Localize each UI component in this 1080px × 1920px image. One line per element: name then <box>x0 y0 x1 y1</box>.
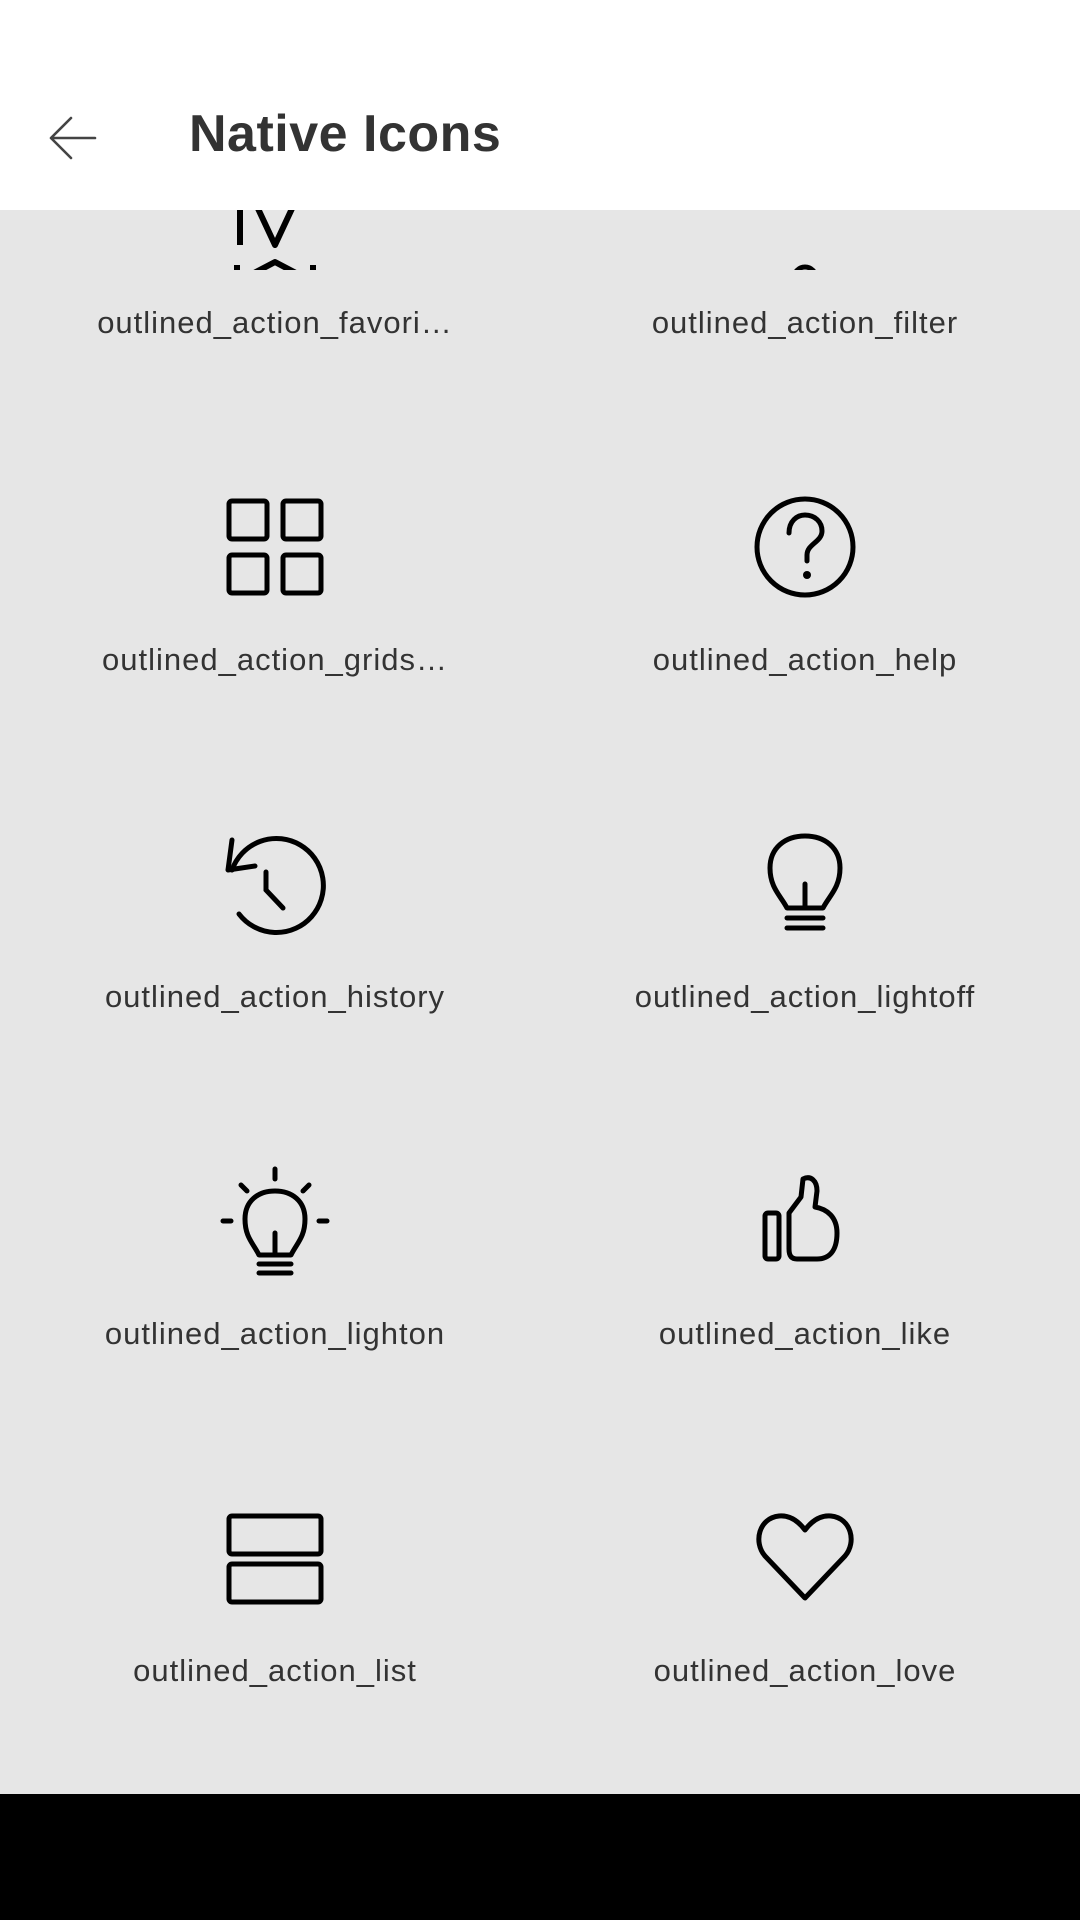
icon-label: outlined_action_like <box>658 1316 952 1351</box>
thumbs-up-icon <box>762 1175 840 1262</box>
icon-tile-like[interactable]: outlined_action_like <box>540 1041 1070 1378</box>
help-icon <box>754 496 856 598</box>
back-button[interactable] <box>30 95 116 181</box>
icon-tile-lightoff[interactable]: outlined_action_lightoff <box>540 704 1070 1041</box>
grid-icon <box>226 498 324 596</box>
icon-tile-list[interactable]: outlined_action_list <box>10 1378 540 1715</box>
system-navigation-bar <box>0 1794 1080 1920</box>
icon-tile-history[interactable]: outlined_action_history <box>10 704 540 1041</box>
icon-label: outlined_action_grids… <box>102 642 448 677</box>
lightbulb-on-icon <box>220 1166 330 1276</box>
icon-label: outlined_action_love <box>653 1653 957 1688</box>
favorite-icon <box>234 210 316 270</box>
icon-grid[interactable]: outlined_action_favori… outlined_action_… <box>0 210 1080 1794</box>
filter-icon <box>794 264 816 270</box>
screen: Native Icons outlined_action_favori… out… <box>0 0 1080 1920</box>
icon-tile-lighton[interactable]: outlined_action_lighton <box>10 1041 540 1378</box>
icon-tile-grid[interactable]: outlined_action_grids… <box>10 367 540 704</box>
icon-label: outlined_action_lighton <box>104 1316 446 1351</box>
heart-icon <box>756 1513 854 1601</box>
arrow-back-icon <box>49 116 97 160</box>
lightbulb-off-icon <box>767 833 843 931</box>
icon-tile-love[interactable]: outlined_action_love <box>540 1378 1070 1715</box>
icon-tile-help[interactable]: outlined_action_help <box>540 367 1070 704</box>
app-bar: Native Icons <box>0 0 1080 210</box>
icon-label: outlined_action_filter <box>651 305 959 340</box>
icon-tile-filter[interactable]: outlined_action_filter <box>540 210 1070 367</box>
icon-label: outlined_action_favori… <box>97 305 453 340</box>
icon-label: outlined_action_help <box>652 642 958 677</box>
icon-label: outlined_action_list <box>133 1653 417 1688</box>
icon-tile-favorite[interactable]: outlined_action_favori… <box>10 210 540 367</box>
icon-label: outlined_action_lightoff <box>634 979 976 1014</box>
icon-label: outlined_action_history <box>104 979 446 1014</box>
history-icon <box>225 836 326 935</box>
page-title: Native Icons <box>189 105 502 163</box>
list-icon <box>226 1513 324 1605</box>
